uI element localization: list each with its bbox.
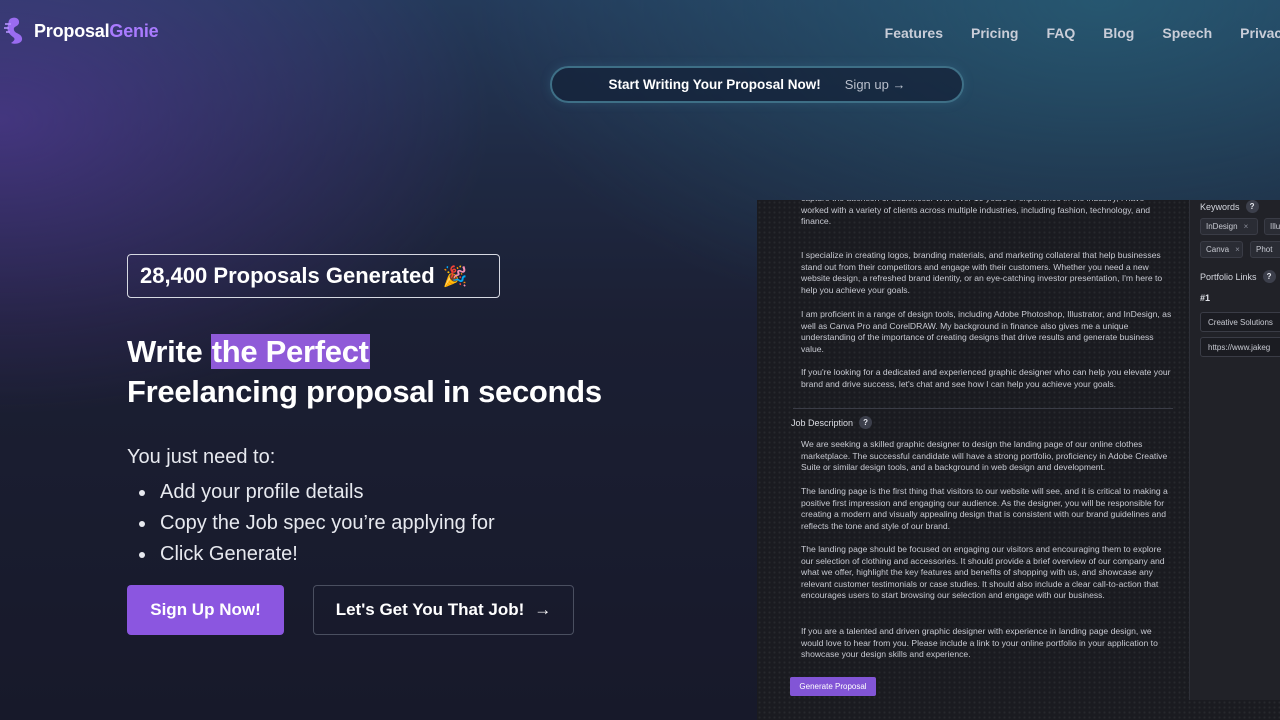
keyword-chip[interactable]: Illu xyxy=(1264,218,1280,235)
steps-list: Add your profile details Copy the Job sp… xyxy=(139,477,495,570)
headline-prefix: Write xyxy=(127,334,211,369)
logo[interactable]: ProposalGenie xyxy=(2,16,159,46)
keyword-chip[interactable]: Phot xyxy=(1250,241,1280,258)
hero-headline: Write the Perfect Freelancing proposal i… xyxy=(127,332,602,412)
keyword-chip[interactable]: InDesign × xyxy=(1200,218,1258,235)
nav-privacy[interactable]: Privacy xyxy=(1240,25,1280,41)
brand-name-part2: Genie xyxy=(109,20,159,41)
remove-icon[interactable]: × xyxy=(1235,245,1240,254)
get-job-button[interactable]: Let's Get You That Job! → xyxy=(313,585,574,635)
brand-name: ProposalGenie xyxy=(34,20,159,42)
profile-paragraph: capture the attention of audiences. With… xyxy=(801,200,1151,227)
keywords-label-text: Keywords xyxy=(1200,201,1240,212)
step-item: Click Generate! xyxy=(139,539,495,570)
settings-sidebar: Keywords ? InDesign × Illu Canva × Phot Po… xyxy=(1189,200,1280,700)
job-paragraph: The landing page should be focused on en… xyxy=(801,544,1165,601)
headline-line2: Freelancing proposal in seconds xyxy=(127,374,602,409)
job-paragraph: The landing page is the first thing that… xyxy=(801,486,1168,531)
help-icon[interactable]: ? xyxy=(1245,200,1259,213)
banner-text: Start Writing Your Proposal Now! xyxy=(608,77,821,92)
job-paragraph: If you are a talented and driven graphic… xyxy=(801,626,1158,660)
banner-signup-link[interactable]: Sign up → xyxy=(845,77,906,92)
signup-banner[interactable]: Start Writing Your Proposal Now! Sign up… xyxy=(550,66,964,103)
keyword-chip-label: Canva xyxy=(1206,245,1230,254)
step-item: Add your profile details xyxy=(139,477,495,508)
hero-intro: You just need to: xyxy=(127,446,276,468)
nav-blog[interactable]: Blog xyxy=(1103,25,1134,41)
party-popper-icon: 🎉 xyxy=(442,265,468,288)
nav-faq[interactable]: FAQ xyxy=(1046,25,1075,41)
keywords-label: Keywords ? xyxy=(1200,200,1259,213)
portfolio-url-field[interactable]: https://www.jakeg xyxy=(1200,337,1280,357)
help-icon[interactable]: ? xyxy=(859,416,873,429)
nav-pricing[interactable]: Pricing xyxy=(971,25,1018,41)
profile-paragraph: I am proficient in a range of design too… xyxy=(801,309,1172,354)
help-icon[interactable]: ? xyxy=(1262,270,1276,283)
portfolio-number: #1 xyxy=(1200,293,1211,303)
arrow-right-icon: → xyxy=(892,77,906,92)
profile-paragraph: I specialize in creating logos, branding… xyxy=(801,250,1163,295)
job-paragraph: We are seeking a skilled graphic designe… xyxy=(801,439,1168,473)
keyword-chip[interactable]: Canva × xyxy=(1200,241,1243,258)
nav-features[interactable]: Features xyxy=(885,25,943,41)
proposal-editor: capture the attention of audiences. With… xyxy=(757,200,1189,720)
section-divider xyxy=(793,408,1173,409)
portfolio-links-label-text: Portfolio Links xyxy=(1200,271,1257,282)
portfolio-title-field[interactable]: Creative Solutions xyxy=(1200,312,1280,332)
portfolio-links-label: Portfolio Links ? xyxy=(1200,270,1276,283)
keyword-chip-label: Illu xyxy=(1270,222,1280,231)
app-preview-screenshot: capture the attention of audiences. With… xyxy=(757,200,1280,720)
counter-text: 28,400 Proposals Generated xyxy=(140,263,435,288)
banner-signup-label: Sign up xyxy=(844,77,889,92)
job-description-label-text: Job Description xyxy=(791,417,854,428)
step-item: Copy the Job spec you’re applying for xyxy=(139,508,495,539)
job-description-label: Job Description ? xyxy=(791,416,873,429)
brand-name-part1: Proposal xyxy=(34,20,110,41)
nav-speech[interactable]: Speech xyxy=(1162,25,1212,41)
genie-logo-icon xyxy=(2,16,28,46)
arrow-right-icon: → xyxy=(534,600,552,619)
keyword-chip-label: InDesign xyxy=(1206,222,1238,231)
top-nav: Features Pricing FAQ Blog Speech Privacy xyxy=(885,25,1280,41)
get-job-label: Let's Get You That Job! xyxy=(335,600,525,619)
keyword-chip-label: Phot xyxy=(1256,245,1273,254)
sign-up-now-button[interactable]: Sign Up Now! xyxy=(127,585,284,635)
generate-proposal-button[interactable]: Generate Proposal xyxy=(790,677,876,696)
remove-icon[interactable]: × xyxy=(1244,222,1249,231)
proposals-counter-badge: 28,400 Proposals Generated 🎉 xyxy=(127,254,500,298)
headline-highlight: the Perfect xyxy=(210,334,370,369)
profile-paragraph: If you're looking for a dedicated and ex… xyxy=(801,367,1171,389)
